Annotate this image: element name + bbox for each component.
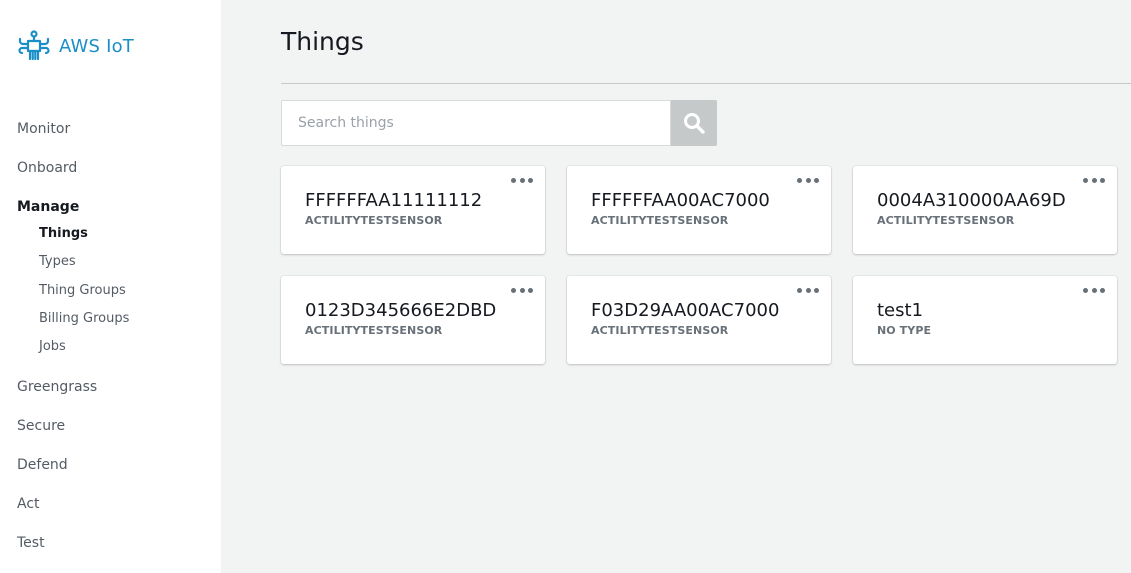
thing-name: FFFFFFAA11111112 (305, 190, 483, 211)
sidebar-item-defend[interactable]: Defend (17, 457, 68, 473)
search-input[interactable] (281, 100, 671, 146)
sidebar-subitem-thing-groups[interactable]: Thing Groups (39, 283, 126, 298)
thing-card[interactable]: F03D29AA00AC7000 ACTILITYTESTSENSOR (567, 276, 831, 364)
thing-name: 0004A310000AA69D (877, 190, 1066, 211)
more-horizontal-icon[interactable] (795, 282, 821, 298)
sidebar-subitem-billing-groups[interactable]: Billing Groups (39, 311, 129, 326)
thing-card[interactable]: test1 NO TYPE (853, 276, 1117, 364)
thing-card[interactable]: FFFFFFAA00AC7000 ACTILITYTESTSENSOR (567, 166, 831, 254)
sidebar-item-manage[interactable]: Manage (17, 199, 79, 215)
thing-type: ACTILITYTESTSENSOR (591, 214, 729, 227)
search-icon (684, 113, 705, 134)
more-horizontal-icon[interactable] (1081, 172, 1107, 188)
page-title: Things (281, 27, 364, 56)
sidebar-subitem-jobs[interactable]: Jobs (39, 339, 66, 354)
sidebar-item-greengrass[interactable]: Greengrass (17, 379, 97, 395)
main-content: Things FFFFFFAA11111112 ACTILITYTESTSENS… (221, 0, 1131, 573)
title-divider (281, 83, 1131, 84)
more-horizontal-icon[interactable] (795, 172, 821, 188)
sidebar-item-monitor[interactable]: Monitor (17, 121, 70, 137)
more-horizontal-icon[interactable] (509, 282, 535, 298)
sidebar-item-test[interactable]: Test (17, 535, 45, 551)
thing-name: F03D29AA00AC7000 (591, 300, 780, 321)
thing-name: test1 (877, 300, 924, 321)
more-horizontal-icon[interactable] (509, 172, 535, 188)
thing-type: ACTILITYTESTSENSOR (305, 324, 443, 337)
thing-name: FFFFFFAA00AC7000 (591, 190, 770, 211)
search-bar (281, 100, 717, 146)
sidebar-subitem-things[interactable]: Things (39, 226, 88, 241)
thing-name: 0123D345666E2DBD (305, 300, 497, 321)
sidebar-subitem-types[interactable]: Types (39, 254, 76, 269)
sidebar-item-act[interactable]: Act (17, 496, 40, 512)
brand-name: AWS IoT (59, 35, 134, 57)
search-button[interactable] (671, 100, 717, 146)
sidebar: AWS IoT Monitor Onboard Manage Things Ty… (0, 0, 221, 573)
thing-type: ACTILITYTESTSENSOR (305, 214, 443, 227)
brand[interactable]: AWS IoT (17, 29, 134, 63)
sidebar-item-onboard[interactable]: Onboard (17, 160, 77, 176)
aws-iot-logo-icon (18, 30, 50, 61)
sidebar-item-secure[interactable]: Secure (17, 418, 65, 434)
thing-type: NO TYPE (877, 324, 932, 337)
thing-card[interactable]: FFFFFFAA11111112 ACTILITYTESTSENSOR (281, 166, 545, 254)
thing-card[interactable]: 0004A310000AA69D ACTILITYTESTSENSOR (853, 166, 1117, 254)
thing-card[interactable]: 0123D345666E2DBD ACTILITYTESTSENSOR (281, 276, 545, 364)
thing-type: ACTILITYTESTSENSOR (877, 214, 1015, 227)
more-horizontal-icon[interactable] (1081, 282, 1107, 298)
thing-type: ACTILITYTESTSENSOR (591, 324, 729, 337)
